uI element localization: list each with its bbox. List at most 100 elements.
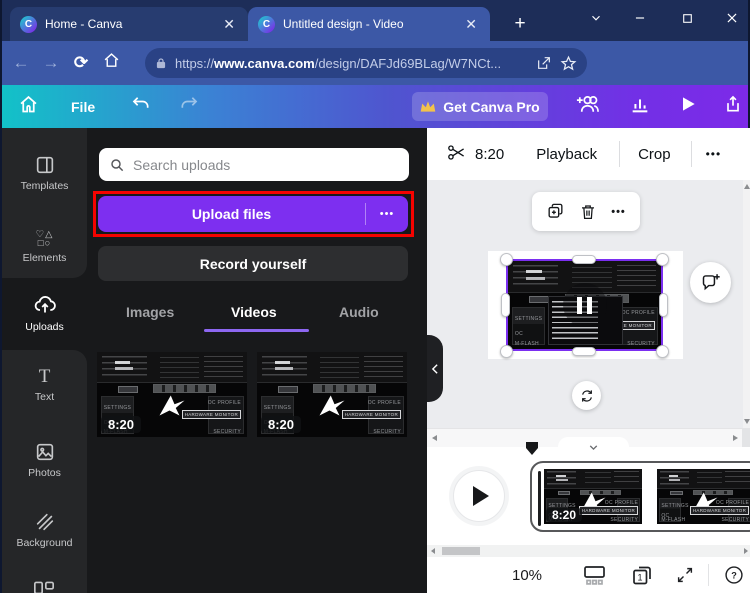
undo-icon[interactable] [131,94,151,119]
tab-videos[interactable]: Videos [231,304,277,320]
invite-members-icon[interactable] [575,93,600,120]
sidebar-item-templates[interactable]: Templates [2,144,87,202]
sidebar-item-uploads[interactable]: Uploads [2,284,87,342]
scroll-left-arrow-icon[interactable] [431,548,435,554]
collapse-panel-handle[interactable] [427,335,443,402]
playback-button[interactable]: Playback [536,146,597,163]
present-play-icon[interactable] [678,94,698,119]
playhead-marker[interactable] [524,441,540,457]
selected-video-element[interactable]: SETTINGS OC M-FLASH OC PROFILE HARDWARE … [506,259,663,351]
share-page-icon[interactable] [536,55,552,71]
close-tab-icon[interactable]: ✕ [462,16,480,33]
uploaded-video-thumbnail-1[interactable]: SETTINGS OC M-FLASH OC PROFILE HARDWARE … [97,352,247,437]
zoom-level-label[interactable]: 10% [512,567,542,584]
tab-images[interactable]: Images [126,304,174,320]
file-menu[interactable]: File [71,99,95,115]
search-icon [109,157,125,173]
crop-button[interactable]: Crop [638,146,671,163]
uploaded-video-thumbnail-2[interactable]: SETTINGS OC M-FLASH OC PROFILE HARDWARE … [257,352,407,437]
search-uploads-box[interactable] [99,148,409,181]
sidebar-item-text[interactable]: T Text [2,356,87,414]
browser-tab-home[interactable]: C Home - Canva ✕ [10,7,248,41]
scroll-up-arrow-icon[interactable] [744,184,750,189]
trim-scissors-icon[interactable] [447,143,466,166]
minimize-button[interactable] [624,4,656,32]
scrollbar-thumb[interactable] [442,547,480,555]
timeline-play-button[interactable] [453,470,505,522]
bios-button [670,491,682,495]
resize-handle-bottom-left[interactable] [500,345,513,358]
timeline-horizontal-scrollbar[interactable] [427,545,750,557]
bios-top-bar [97,352,247,383]
toolbar-more-kebab-icon[interactable]: ••• [706,147,722,161]
forward-icon[interactable]: → [36,53,66,73]
share-export-icon[interactable] [723,94,743,119]
maximize-button[interactable] [671,4,703,32]
filmstrip-frame-2: SETTINGS OC M-FLASH OC PROFILE HARDWARE … [657,469,750,524]
sidebar-item-elements[interactable]: ♡△□○ Elements [2,218,87,276]
timeline-view-icon[interactable] [582,564,607,586]
editor-stage: 8:20 Playback Crop ••• ••• [427,128,750,593]
trim-handle[interactable] [538,471,541,526]
resize-handle-right[interactable] [659,293,668,317]
close-tab-icon[interactable]: ✕ [220,16,238,33]
tab-search-chevron-icon[interactable] [580,4,612,32]
tab-audio[interactable]: Audio [339,304,379,320]
bios-button [558,491,571,495]
record-yourself-button[interactable]: Record yourself [98,246,408,281]
reload-icon[interactable]: ⟳ [66,53,96,73]
photos-icon [34,441,56,463]
bios-hardware-monitor-label: HARDWARE MONITOR [342,410,401,419]
resize-handle-top[interactable] [572,255,596,264]
redo-icon[interactable] [179,94,199,119]
address-bar[interactable]: https://www.canva.com/design/DAFJd69BLag… [145,48,587,78]
get-canva-pro-button[interactable]: Get Canva Pro [412,92,548,121]
scroll-right-arrow-icon[interactable] [733,435,738,441]
scroll-left-arrow-icon[interactable] [432,435,437,441]
analytics-chart-icon[interactable] [629,93,651,120]
pages-icon[interactable]: 1 [630,563,654,587]
browser-tab-design[interactable]: C Untitled design - Video ✕ [248,7,490,41]
clip-duration-label[interactable]: 8:20 [475,146,504,163]
bios-text-rows [697,472,722,485]
bios-settings-label: SETTINGS [661,503,688,509]
canva-home-icon[interactable] [18,94,39,120]
upload-files-button[interactable]: Upload files ••• [98,196,408,232]
search-input[interactable] [133,157,399,173]
canvas-page[interactable]: SETTINGS OC M-FLASH OC PROFILE HARDWARE … [488,251,683,359]
resize-handle-bottom-right[interactable] [656,345,669,358]
resize-handle-top-left[interactable] [500,253,513,266]
back-icon[interactable]: ← [6,53,36,73]
bookmark-star-icon[interactable] [560,55,577,72]
delete-trash-icon[interactable] [579,203,597,221]
home-icon[interactable] [96,52,126,74]
duplicate-icon[interactable] [546,202,565,221]
help-button[interactable]: ? [724,565,744,585]
fullscreen-expand-icon[interactable] [676,566,694,584]
sidebar-item-photos[interactable]: Photos [2,431,87,489]
new-tab-button[interactable]: + [508,12,532,36]
canvas-vertical-scrollbar[interactable] [743,180,750,428]
resize-handle-bottom[interactable] [572,347,596,356]
bios-value [275,361,290,364]
add-comment-button[interactable] [690,262,731,303]
close-window-button[interactable] [716,4,748,32]
scroll-down-arrow-icon[interactable] [744,419,750,424]
rotate-icon [579,388,595,404]
bios-value [669,479,681,481]
selection-more-kebab-icon[interactable]: ••• [611,206,626,218]
pause-icon[interactable] [563,283,607,327]
resize-handle-top-right[interactable] [656,253,669,266]
timeline-clip-filmstrip[interactable]: SETTINGS OC M-FLASH OC PROFILE HARDWARE … [530,461,750,532]
bios-value [526,277,544,280]
design-canvas-area[interactable]: ••• SETTINGS OC M-FLASH OC PROFILE HARDW… [427,180,750,428]
sidebar-item-background[interactable]: Background [2,501,87,559]
resize-handle-left[interactable] [501,293,510,317]
bios-oc-label: OC [515,331,523,337]
rotate-button[interactable] [572,381,601,410]
upload-more-kebab-icon[interactable]: ••• [366,208,408,220]
apps-icon-partial[interactable] [33,580,55,593]
bios-ocprofile-label: OC PROFILE [622,310,655,316]
collapse-timeline-tab[interactable] [558,437,629,457]
scroll-right-arrow-icon[interactable] [744,548,748,554]
